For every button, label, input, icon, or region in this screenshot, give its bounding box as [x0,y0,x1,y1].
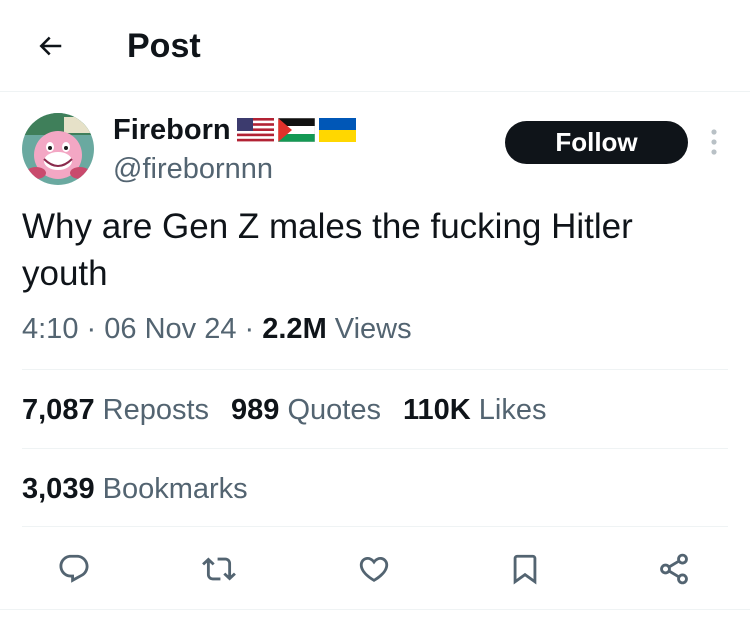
likes-count: 110K [402,394,471,426]
engagement-stats: 7,087 Reposts 989 Quotes 110K Likes [22,392,546,428]
quotes-label: Quotes [287,394,381,426]
views-count: 2.2M [262,313,327,345]
follow-button[interactable]: Follow [505,121,688,164]
us-flag-icon [236,118,274,142]
author-name-row[interactable]: Fireborn [113,112,356,148]
meta-separator: · [86,313,97,345]
share-icon [660,553,688,585]
reposts-stat[interactable]: 7,087 Reposts [22,392,209,428]
reply-icon [59,554,89,583]
more-vertical-icon [711,129,717,155]
reposts-count: 7,087 [22,394,95,426]
bookmark-button[interactable] [503,547,547,591]
bookmarks-count: 3,039 [22,473,95,505]
back-button[interactable] [28,24,72,68]
user-handle[interactable]: @firebornnn [113,151,273,187]
top-bar: Post [0,0,750,92]
quotes-count: 989 [231,394,280,426]
like-button[interactable] [352,547,396,591]
divider [22,448,728,449]
repost-icon [202,557,236,581]
views-label: Views [334,313,412,345]
tweet-meta: 4:10 · 06 Nov 24 · 2.2M Views [22,311,412,347]
bookmark-icon [513,554,537,585]
share-button[interactable] [652,547,696,591]
divider [22,369,728,370]
reposts-label: Reposts [102,394,210,426]
like-icon [359,556,389,582]
more-options-button[interactable] [702,124,726,160]
flag-emojis [236,118,356,142]
likes-label: Likes [478,394,547,426]
divider [0,609,750,610]
tweet-date[interactable]: 06 Nov 24 [104,313,236,345]
quotes-stat[interactable]: 989 Quotes [231,392,381,428]
ukraine-flag-icon [318,118,356,142]
tweet-text: Why are Gen Z males the fucking Hitler y… [22,207,633,293]
likes-stat[interactable]: 110K Likes [403,392,547,428]
display-name[interactable]: Fireborn [113,112,231,148]
page-title: Post [127,27,201,65]
tweet-time[interactable]: 4:10 [22,313,78,345]
avatar-image [22,113,94,185]
bookmarks-stat[interactable]: 3,039 Bookmarks [22,471,248,507]
repost-button[interactable] [197,547,241,591]
reply-button[interactable] [52,547,96,591]
avatar[interactable] [22,113,94,185]
action-bar [0,527,750,609]
meta-separator: · [244,313,255,345]
bookmarks-label: Bookmarks [102,473,248,505]
arrow-left-icon [39,36,62,56]
palestine-flag-icon [277,118,315,142]
